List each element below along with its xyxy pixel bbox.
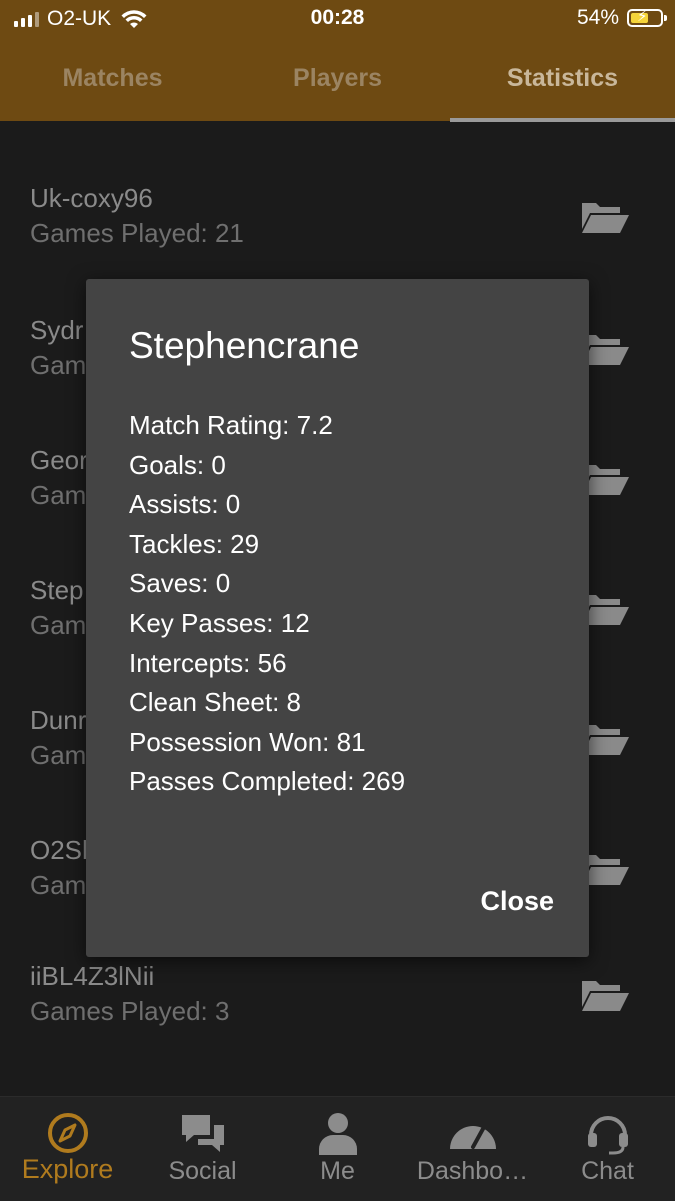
folder-open-icon[interactable] bbox=[580, 977, 630, 1013]
person-icon bbox=[318, 1113, 357, 1155]
nav-label: Me bbox=[320, 1157, 355, 1185]
stat-possession-won: Possession Won: 81 bbox=[129, 726, 366, 757]
stat-key-passes: Key Passes: 12 bbox=[129, 607, 310, 638]
stat-goals: Goals: 0 bbox=[129, 449, 226, 480]
folder-open-icon[interactable] bbox=[580, 199, 630, 235]
gauge-icon bbox=[449, 1125, 496, 1149]
nav-chat[interactable]: Chat bbox=[540, 1097, 675, 1201]
close-button[interactable]: Close bbox=[480, 886, 554, 917]
compass-icon bbox=[47, 1113, 88, 1153]
stat-intercepts: Intercepts: 56 bbox=[129, 647, 287, 678]
stat-clean-sheet: Clean Sheet: 8 bbox=[129, 687, 302, 718]
tab-matches[interactable]: Matches bbox=[0, 40, 225, 121]
battery-icon: ⚡ bbox=[627, 8, 667, 27]
player-name: iiBL4Z3lNii bbox=[30, 961, 155, 991]
stat-match-rating: Match Rating: 7.2 bbox=[129, 410, 333, 440]
list-item[interactable]: iiBL4Z3lNii Games Played: 3 bbox=[30, 959, 650, 1039]
dialog-title: Stephencrane bbox=[129, 325, 360, 366]
tab-label: Matches bbox=[62, 64, 163, 92]
nav-label: Chat bbox=[581, 1157, 634, 1185]
player-stats-dialog: Stephencrane Match Rating: 7.2 Goals: 0 … bbox=[86, 279, 589, 957]
battery-group: 54% ⚡ bbox=[576, 6, 667, 30]
list-item[interactable]: Uk-coxy96 Games Played: 21 bbox=[30, 181, 650, 261]
tab-statistics[interactable]: Statistics bbox=[450, 40, 675, 122]
tab-bar: Matches Players Statistics bbox=[0, 40, 675, 122]
nav-me[interactable]: Me bbox=[270, 1097, 405, 1201]
tab-label: Statistics bbox=[506, 64, 619, 92]
games-played: Games Played: 21 bbox=[30, 218, 244, 248]
stat-tackles: Tackles: 29 bbox=[129, 528, 260, 559]
games-played: Games Played: 3 bbox=[30, 996, 230, 1026]
battery-percent: 54% bbox=[576, 6, 619, 29]
nav-explore[interactable]: Explore bbox=[0, 1097, 135, 1201]
tab-players[interactable]: Players bbox=[225, 40, 450, 121]
headset-icon bbox=[587, 1116, 628, 1155]
stat-saves: Saves: 0 bbox=[129, 568, 231, 599]
nav-social[interactable]: Social bbox=[135, 1097, 270, 1201]
stats-list: Match Rating: 7.2 Goals: 0 Assists: 0 Ta… bbox=[129, 406, 405, 802]
status-bar: O2-UK 00:28 54% ⚡ bbox=[0, 0, 675, 40]
tab-label: Players bbox=[293, 64, 382, 92]
chat-bubbles-icon bbox=[181, 1115, 224, 1152]
app-header: O2-UK 00:28 54% ⚡ Matches Players Statis… bbox=[0, 0, 675, 122]
nav-label: Dashbo… bbox=[416, 1157, 529, 1185]
nav-label: Explore bbox=[21, 1154, 114, 1184]
nav-dashboard[interactable]: Dashbo… bbox=[405, 1097, 540, 1201]
clock: 00:28 bbox=[310, 6, 365, 29]
nav-label: Social bbox=[168, 1157, 237, 1185]
stat-assists: Assists: 0 bbox=[129, 489, 241, 520]
player-name: Uk-coxy96 bbox=[30, 183, 153, 213]
stat-passes-completed: Passes Completed: 269 bbox=[129, 766, 406, 797]
bottom-nav: Explore Social Me Dashbo… Chat bbox=[0, 1096, 675, 1201]
